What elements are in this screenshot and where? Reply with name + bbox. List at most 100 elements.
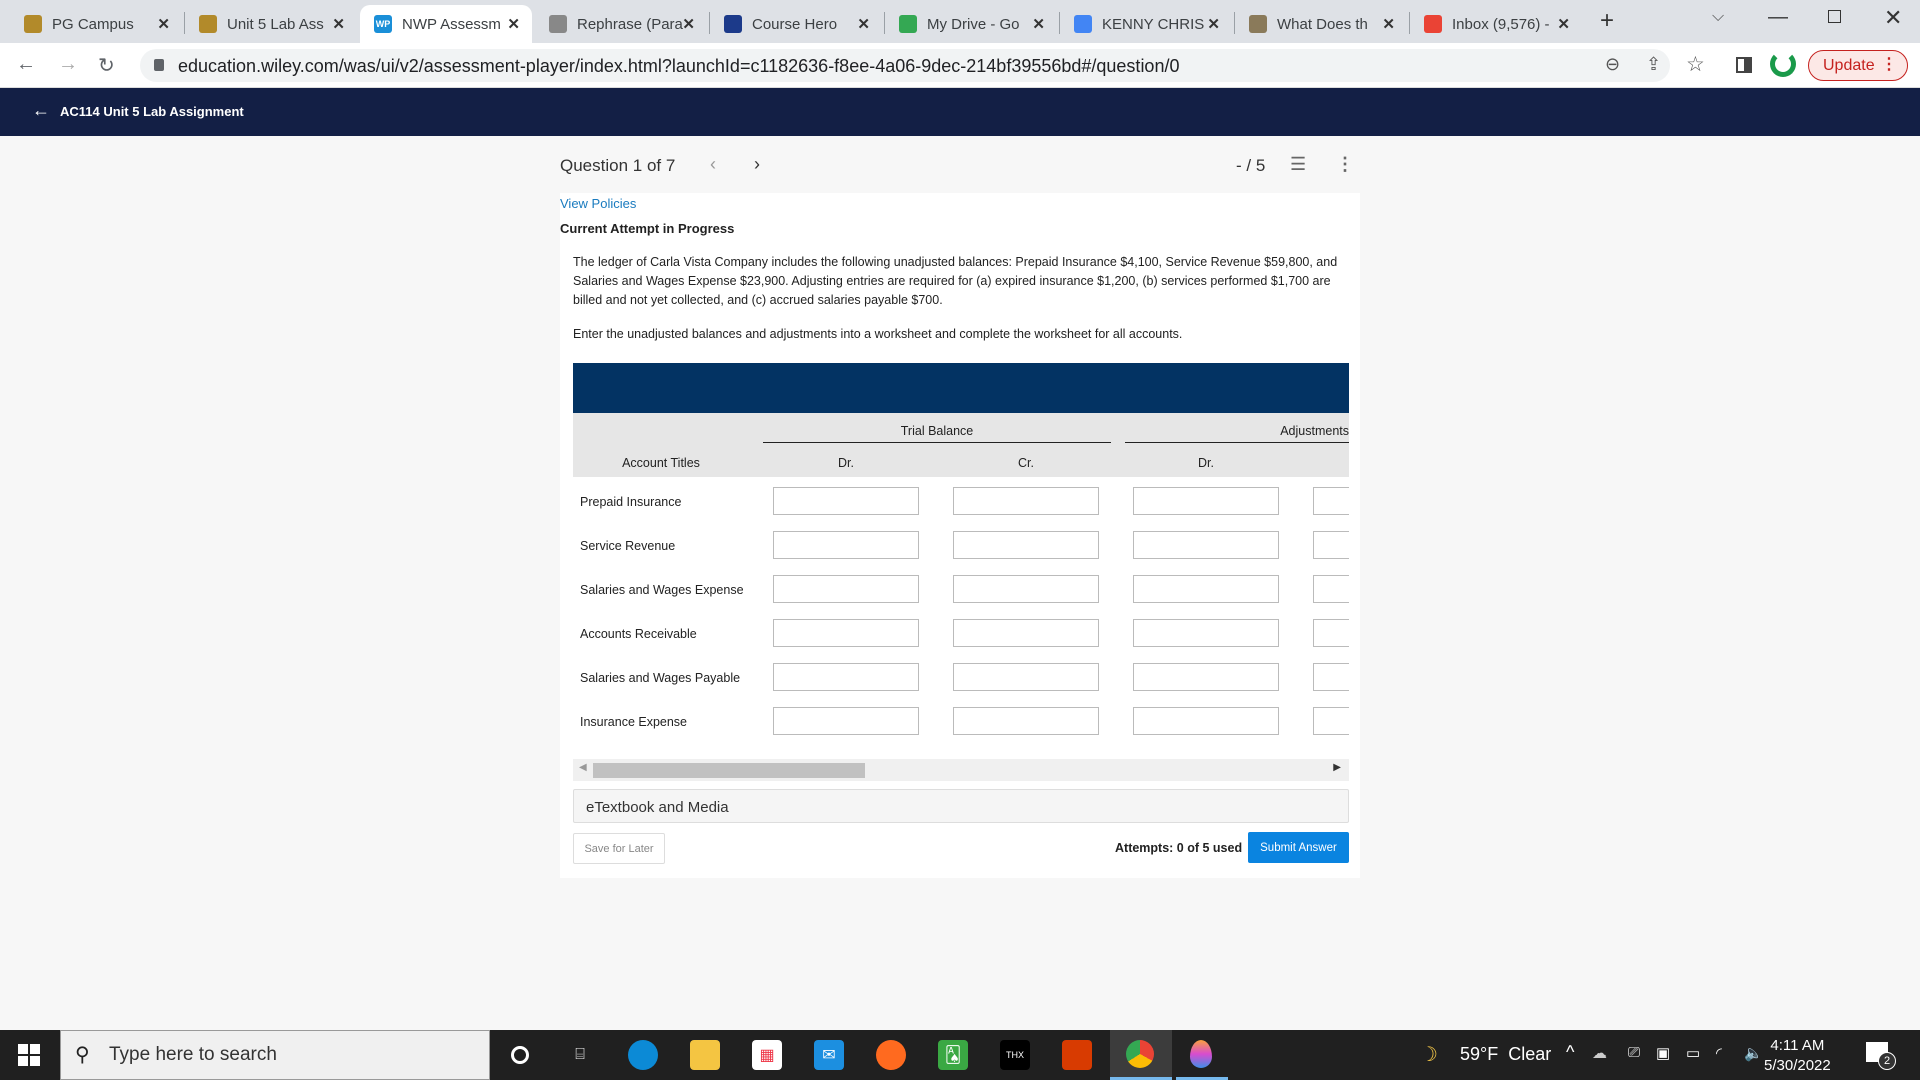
url-text[interactable]: education.wiley.com/was/ui/v2/assessment… bbox=[178, 56, 1179, 77]
onedrive-icon[interactable]: ☁ bbox=[1592, 1044, 1607, 1062]
question-instruction: Enter the unadjusted balances and adjust… bbox=[573, 327, 1183, 341]
edge-icon[interactable] bbox=[628, 1040, 658, 1070]
adj-cr-input[interactable] bbox=[1313, 707, 1349, 735]
scroll-right-icon[interactable]: ▶ bbox=[1333, 762, 1341, 773]
trial-cr-input[interactable] bbox=[953, 575, 1099, 603]
thx-icon[interactable]: THX bbox=[1000, 1040, 1030, 1070]
etextbook-media-section[interactable]: eTextbook and Media bbox=[573, 789, 1349, 823]
trial-cr-input[interactable] bbox=[953, 663, 1099, 691]
share-icon[interactable]: ⇪ bbox=[1646, 54, 1661, 75]
trial-cr-input[interactable] bbox=[953, 531, 1099, 559]
camera-icon[interactable]: ⎚ bbox=[1628, 1044, 1640, 1061]
minimize-button[interactable]: — bbox=[1768, 6, 1788, 29]
adj-cr-input[interactable] bbox=[1313, 619, 1349, 647]
browser-tab[interactable]: Inbox (9,576) - ✕ bbox=[1410, 5, 1582, 43]
file-explorer-icon[interactable] bbox=[690, 1040, 720, 1070]
adj-cr-input[interactable] bbox=[1313, 531, 1349, 559]
clock[interactable]: 4:11 AM 5/30/2022 bbox=[1764, 1036, 1831, 1076]
adj-cr-input[interactable] bbox=[1313, 487, 1349, 515]
scrollbar-thumb[interactable] bbox=[593, 763, 865, 778]
adj-dr-input[interactable] bbox=[1133, 531, 1279, 559]
question-list-icon[interactable]: ☰ bbox=[1290, 154, 1306, 175]
close-tab-icon[interactable]: ✕ bbox=[682, 15, 695, 33]
new-tab-button[interactable]: + bbox=[1600, 7, 1614, 35]
close-tab-icon[interactable]: ✕ bbox=[507, 15, 520, 33]
browser-tab[interactable]: What Does th ✕ bbox=[1235, 5, 1407, 43]
show-hidden-icons[interactable]: ^ bbox=[1566, 1042, 1574, 1063]
bookmark-star-icon[interactable]: ☆ bbox=[1686, 52, 1705, 77]
solitaire-icon[interactable]: 🂡 bbox=[938, 1040, 968, 1070]
adj-dr-input[interactable] bbox=[1133, 619, 1279, 647]
trial-dr-input[interactable] bbox=[773, 575, 919, 603]
wp-icon: WP bbox=[374, 15, 392, 33]
restore-button[interactable] bbox=[1828, 10, 1841, 23]
volume-icon[interactable]: 🔈 bbox=[1744, 1044, 1763, 1062]
trial-dr-input[interactable] bbox=[773, 663, 919, 691]
omnibox[interactable]: education.wiley.com/was/ui/v2/assessment… bbox=[140, 49, 1670, 82]
reload-button[interactable]: ↻ bbox=[98, 53, 115, 78]
trial-cr-input[interactable] bbox=[953, 707, 1099, 735]
view-policies-link[interactable]: View Policies bbox=[560, 196, 636, 211]
adj-dr-input[interactable] bbox=[1133, 487, 1279, 515]
adj-dr-input[interactable] bbox=[1133, 663, 1279, 691]
adj-cr-input[interactable] bbox=[1313, 575, 1349, 603]
tab-search-chevron-icon[interactable]: ⌵ bbox=[1712, 8, 1724, 26]
close-tab-icon[interactable]: ✕ bbox=[857, 15, 870, 33]
ms-store-icon[interactable]: ▦ bbox=[752, 1040, 782, 1070]
extension-icon[interactable] bbox=[1770, 51, 1796, 77]
windows-start-button[interactable] bbox=[18, 1044, 40, 1066]
close-tab-icon[interactable]: ✕ bbox=[1207, 15, 1220, 33]
trial-cr-input[interactable] bbox=[953, 619, 1099, 647]
cortana-icon[interactable] bbox=[505, 1040, 535, 1070]
taskbar-search[interactable]: ⚲ Type here to search bbox=[60, 1030, 490, 1080]
browser-tab[interactable]: Unit 5 Lab Ass ✕ bbox=[185, 5, 357, 43]
back-button[interactable]: ← bbox=[16, 53, 36, 76]
browser-tab[interactable]: My Drive - Go ✕ bbox=[885, 5, 1057, 43]
horizontal-scrollbar[interactable]: ◀ ▶ bbox=[573, 759, 1349, 781]
adj-dr-input[interactable] bbox=[1133, 575, 1279, 603]
adj-cr-input[interactable] bbox=[1313, 663, 1349, 691]
close-tab-icon[interactable]: ✕ bbox=[1557, 15, 1570, 33]
back-arrow-icon[interactable]: ← bbox=[32, 100, 50, 121]
scroll-left-icon[interactable]: ◀ bbox=[579, 762, 587, 773]
more-options-icon[interactable]: ⋮ bbox=[1336, 154, 1354, 175]
adj-dr-input[interactable] bbox=[1133, 707, 1279, 735]
close-tab-icon[interactable]: ✕ bbox=[1382, 15, 1395, 33]
close-tab-icon[interactable]: ✕ bbox=[1032, 15, 1045, 33]
firefox-icon[interactable] bbox=[876, 1040, 906, 1070]
wifi-icon[interactable]: ◜ bbox=[1716, 1044, 1722, 1062]
paint-taskbar-button[interactable] bbox=[1176, 1030, 1228, 1080]
prev-question-button[interactable]: ‹ bbox=[710, 154, 716, 175]
office-icon[interactable] bbox=[1062, 1040, 1092, 1070]
mail-icon[interactable]: ✉ bbox=[814, 1040, 844, 1070]
side-panel-icon[interactable] bbox=[1736, 57, 1752, 73]
trial-dr-input[interactable] bbox=[773, 487, 919, 515]
close-tab-icon[interactable]: ✕ bbox=[332, 15, 345, 33]
chrome-taskbar-button[interactable] bbox=[1110, 1030, 1172, 1080]
browser-tab[interactable]: KENNY CHRIS ✕ bbox=[1060, 5, 1232, 43]
zoom-out-icon[interactable]: ⊖ bbox=[1605, 54, 1620, 75]
close-tab-icon[interactable]: ✕ bbox=[157, 15, 170, 33]
account-title: Prepaid Insurance bbox=[580, 495, 682, 509]
trial-cr-input[interactable] bbox=[953, 487, 1099, 515]
close-window-button[interactable]: ✕ bbox=[1884, 5, 1902, 31]
submit-answer-button[interactable]: Submit Answer bbox=[1248, 832, 1349, 863]
divider bbox=[763, 442, 1111, 443]
battery-icon[interactable]: ▭ bbox=[1686, 1044, 1700, 1062]
display-icon[interactable]: ▣ bbox=[1656, 1044, 1670, 1062]
windows-taskbar: ⚲ Type here to search ⌸ ▦ ✉ 🂡 THX ☽ 59°F… bbox=[0, 1030, 1920, 1080]
trial-dr-input[interactable] bbox=[773, 707, 919, 735]
next-question-button[interactable]: › bbox=[754, 154, 760, 175]
trial-dr-input[interactable] bbox=[773, 619, 919, 647]
trial-dr-input[interactable] bbox=[773, 531, 919, 559]
save-for-later-button[interactable]: Save for Later bbox=[573, 833, 665, 864]
task-view-icon[interactable]: ⌸ bbox=[565, 1040, 595, 1070]
browser-tab[interactable]: Rephrase (Para ✕ bbox=[535, 5, 707, 43]
browser-tab[interactable]: PG Campus ✕ bbox=[10, 5, 182, 43]
weather-text[interactable]: 59°F Clear bbox=[1460, 1044, 1551, 1065]
update-button[interactable]: Update ⋮ bbox=[1808, 50, 1908, 81]
browser-tab[interactable]: WP NWP Assessm ✕ bbox=[360, 5, 532, 43]
browser-tab[interactable]: Course Hero ✕ bbox=[710, 5, 882, 43]
forward-button[interactable]: → bbox=[58, 53, 78, 76]
notifications-button[interactable]: 2 bbox=[1866, 1042, 1896, 1070]
